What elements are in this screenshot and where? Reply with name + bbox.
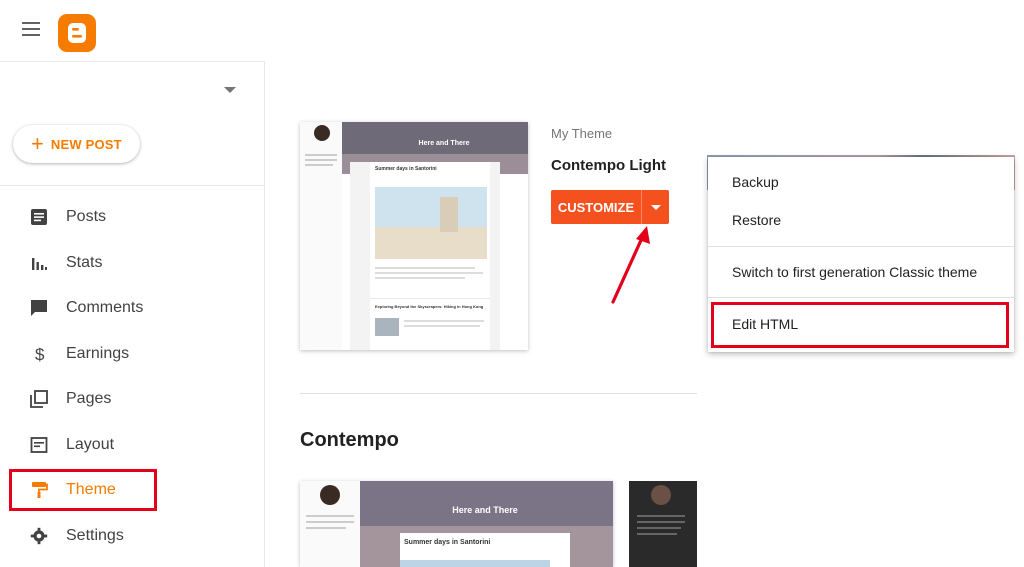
preview-blog-title: Here and There	[418, 140, 470, 147]
contempo-dark-theme-thumbnail[interactable]	[629, 481, 697, 567]
sidebar-item-label: Layout	[66, 436, 115, 453]
sidebar-item-label: Posts	[66, 208, 107, 225]
menu-item-restore[interactable]: Restore	[708, 201, 1014, 239]
sidebar-top-divider	[0, 61, 264, 62]
section-heading: Contempo	[300, 429, 399, 451]
svg-text:$: $	[35, 345, 45, 363]
blogger-logo-icon[interactable]	[58, 14, 96, 52]
current-theme-thumbnail[interactable]: Here and There Summer days in Santorini …	[300, 122, 528, 350]
sidebar-item-stats[interactable]: Stats	[0, 243, 264, 283]
hamburger-menu-icon[interactable]	[22, 22, 42, 38]
dollar-icon: $	[35, 345, 45, 363]
sidebar-item-label: Comments	[66, 299, 144, 316]
sidebar-item-layout[interactable]: Layout	[0, 425, 264, 465]
sidebar-item-label: Pages	[66, 390, 112, 407]
new-post-button[interactable]: + NEW POST	[13, 125, 140, 163]
customize-dropdown-button[interactable]	[641, 190, 669, 224]
preview-post1-title: Summer days in Santorini	[375, 166, 437, 172]
contempo-theme-thumbnail[interactable]: Here and There Summer days in Santorini	[300, 481, 613, 567]
sidebar-item-posts[interactable]: Posts	[0, 197, 264, 237]
preview-post2-title: Exploring Beyond the Skyscrapers: Hiking…	[375, 304, 484, 309]
posts-icon	[31, 209, 47, 225]
menu-item-switch-classic[interactable]: Switch to first generation Classic theme	[708, 253, 1014, 291]
layout-icon	[30, 437, 48, 453]
gear-icon	[30, 527, 48, 545]
menu-separator	[708, 246, 1014, 247]
preview-blog-title: Here and There	[452, 505, 518, 515]
sidebar-item-label: Earnings	[66, 345, 130, 362]
menu-item-backup[interactable]: Backup	[708, 163, 1014, 201]
sidebar-divider	[0, 185, 264, 186]
theme-name: Contempo Light	[551, 157, 666, 174]
chevron-down-icon	[651, 205, 661, 210]
plus-icon: +	[31, 131, 44, 156]
pages-icon	[30, 390, 48, 408]
blog-selector-dropdown-icon[interactable]	[224, 87, 236, 93]
sidebar-vertical-divider	[264, 61, 265, 567]
customize-button[interactable]: CUSTOMIZE	[551, 190, 641, 224]
sidebar-item-comments[interactable]: Comments	[0, 288, 264, 328]
sidebar-item-label: Stats	[66, 254, 103, 271]
new-post-label: NEW POST	[50, 136, 122, 152]
menu-separator	[708, 297, 1014, 298]
my-theme-label: My Theme	[551, 126, 613, 141]
sidebar-item-label: Settings	[66, 527, 124, 544]
sidebar-item-settings[interactable]: Settings	[0, 516, 264, 556]
sidebar-item-pages[interactable]: Pages	[0, 379, 264, 419]
edit-html-highlight-box	[711, 302, 1009, 348]
comments-icon	[31, 300, 47, 316]
preview-post1-title: Summer days in Santorini	[404, 539, 491, 546]
stats-icon	[32, 258, 47, 270]
section-divider	[300, 393, 697, 394]
sidebar-item-earnings[interactable]: $ Earnings	[0, 334, 264, 374]
red-arrow-annotation-icon	[611, 226, 650, 304]
theme-highlight-box	[9, 469, 157, 511]
